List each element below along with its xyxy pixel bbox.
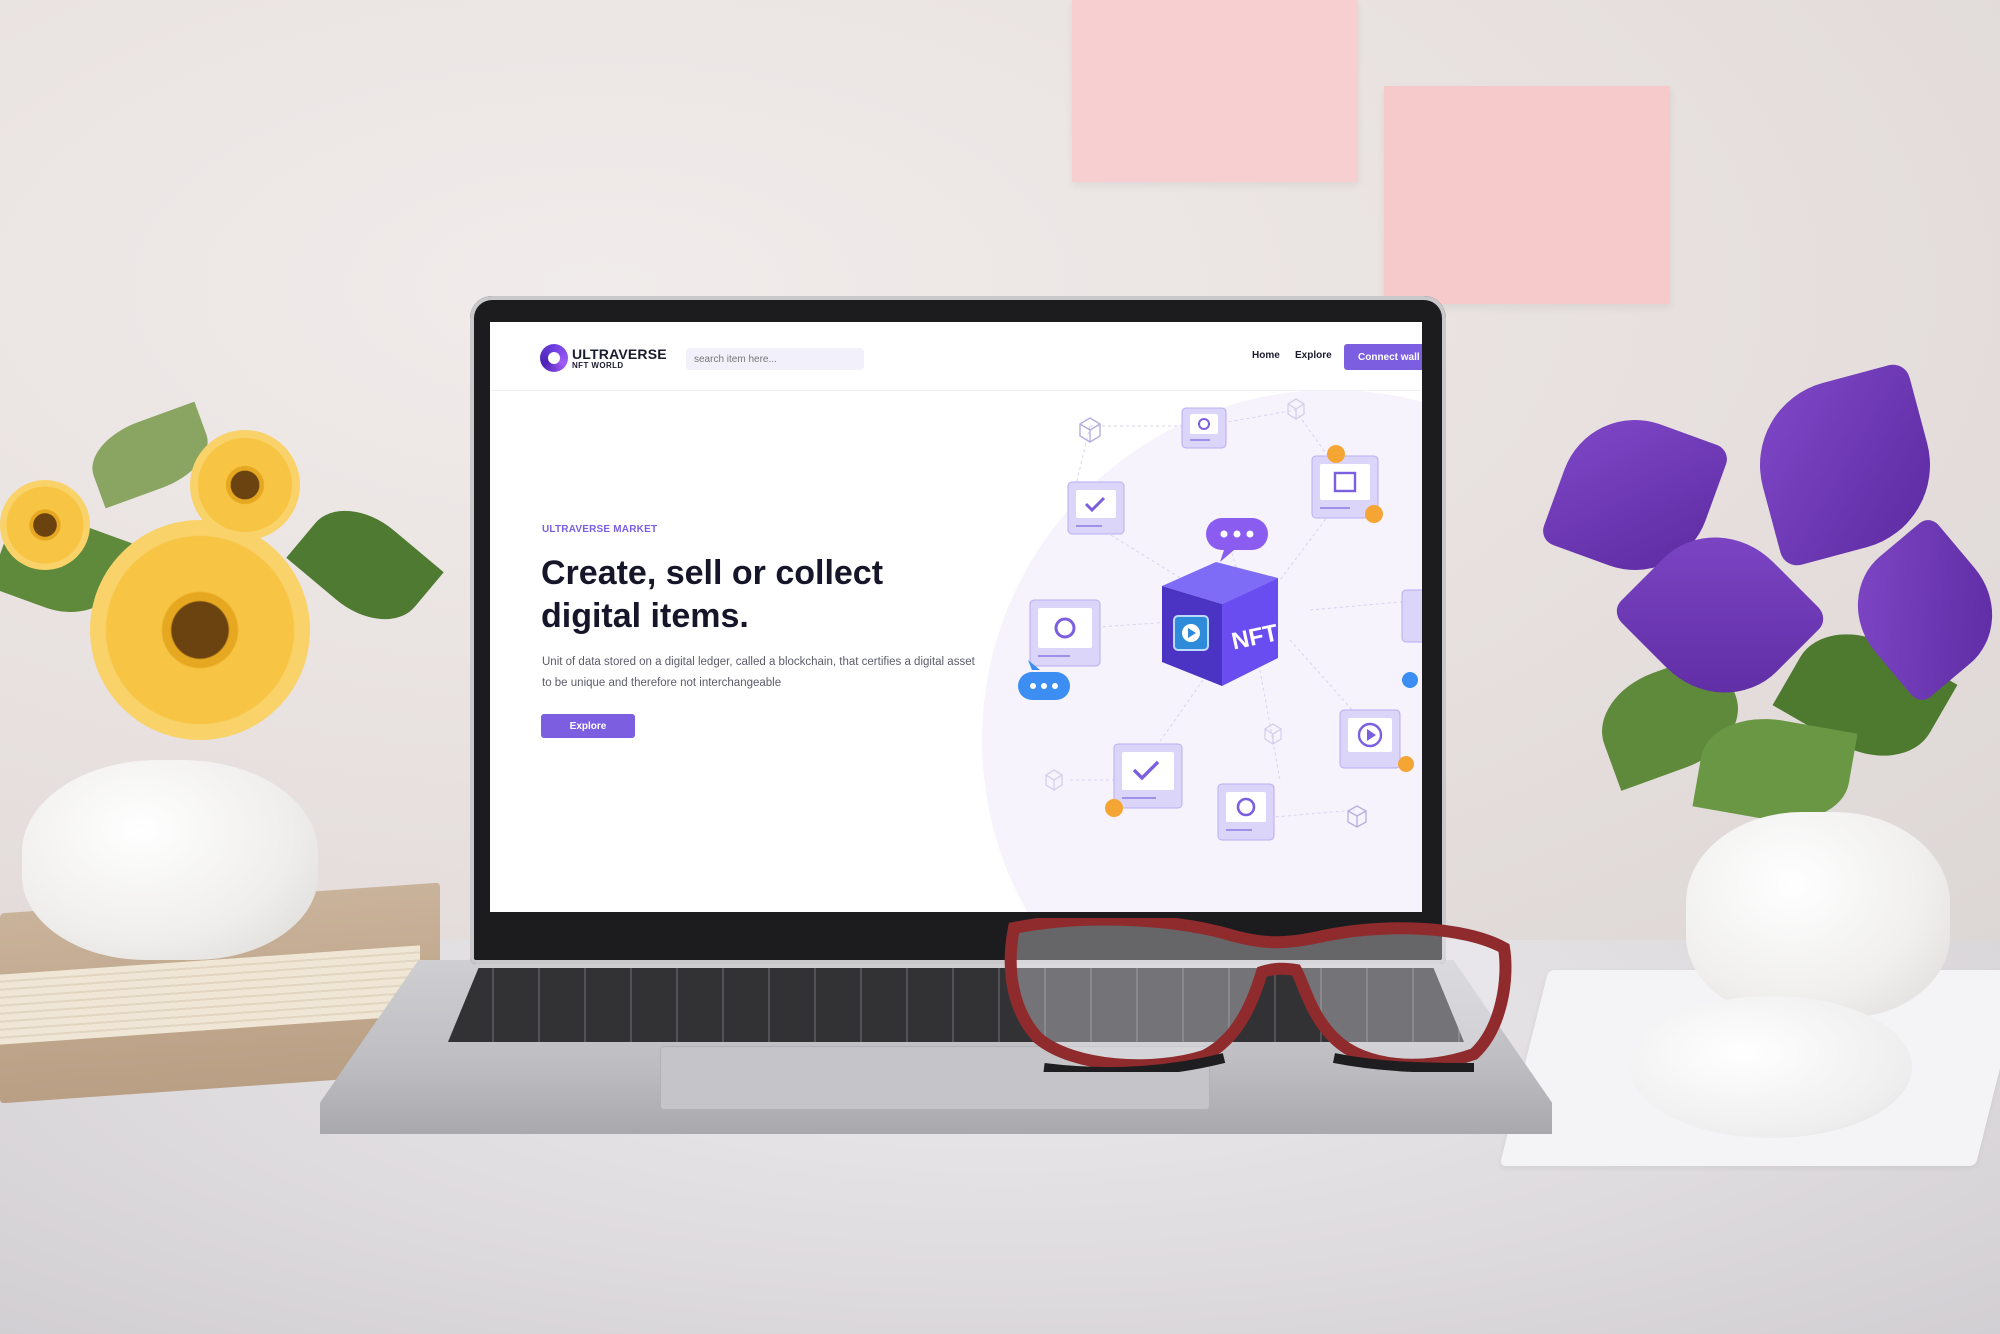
sunflower bbox=[90, 520, 310, 740]
sticky-note bbox=[1072, 0, 1358, 182]
frame-card-icon bbox=[1311, 445, 1383, 523]
computer-mouse bbox=[1630, 996, 1912, 1138]
cube-outline-icon bbox=[1079, 417, 1101, 443]
top-navbar: ULTRAVERSE NFT WORLD Home Explore Connec… bbox=[490, 322, 1422, 391]
hero-headline-line1: Create, sell or collect bbox=[541, 554, 884, 592]
nav-link-home[interactable]: Home bbox=[1252, 350, 1280, 361]
sunflower bbox=[0, 480, 90, 570]
nft-cube-icon: NFT bbox=[1162, 562, 1281, 686]
chat-bubble-icon bbox=[1206, 518, 1268, 562]
media-card-icon bbox=[1029, 599, 1101, 667]
cube-outline-icon bbox=[1045, 769, 1063, 791]
sunflower bbox=[190, 430, 300, 540]
laptop-screen: ULTRAVERSE NFT WORLD Home Explore Connec… bbox=[490, 322, 1422, 912]
site-logo[interactable]: ULTRAVERSE NFT WORLD bbox=[540, 344, 667, 372]
flower-vase bbox=[22, 760, 318, 960]
hero-description: Unit of data stored on a digital ledger,… bbox=[542, 656, 975, 689]
logo-title: ULTRAVERSE bbox=[572, 345, 667, 362]
sticky-note bbox=[1384, 86, 1670, 304]
logo-subtitle: NFT WORLD bbox=[572, 360, 624, 370]
check-card-icon bbox=[1105, 743, 1183, 817]
check-card-icon bbox=[1067, 481, 1125, 535]
nft-network-illustration: NFT bbox=[1018, 398, 1422, 841]
nav-link-explore[interactable]: Explore bbox=[1295, 350, 1332, 361]
hero-headline: Create, sell or collect digital items. bbox=[541, 552, 921, 638]
connect-wallet-button[interactable]: Connect wall bbox=[1344, 344, 1422, 370]
hero-eyebrow: ULTRAVERSE MARKET bbox=[542, 524, 658, 535]
logo-text: ULTRAVERSE NFT WORLD bbox=[572, 347, 667, 370]
play-card-icon bbox=[1339, 672, 1418, 772]
media-card-icon bbox=[1401, 589, 1422, 643]
flower-vase bbox=[1686, 812, 1950, 1018]
cube-outline-icon bbox=[1264, 723, 1282, 745]
logo-icon bbox=[540, 344, 568, 372]
cube-outline-icon bbox=[1287, 398, 1305, 420]
eyeglasses bbox=[1004, 918, 1512, 1072]
media-card-icon bbox=[1181, 407, 1227, 449]
media-card-icon bbox=[1217, 783, 1275, 841]
hero-headline-line2: digital items. bbox=[541, 597, 749, 635]
cube-outline-icon bbox=[1347, 805, 1367, 828]
search-input[interactable] bbox=[686, 348, 864, 370]
explore-button[interactable]: Explore bbox=[541, 714, 635, 738]
